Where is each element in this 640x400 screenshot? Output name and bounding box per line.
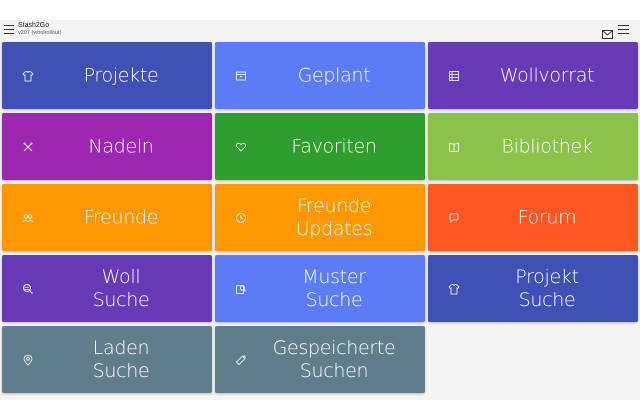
tile-bibliothek[interactable]: Bibliothek — [428, 113, 638, 180]
tile-wollvorrat[interactable]: Wollvorrat — [428, 42, 638, 109]
tile-label: Favoriten — [291, 135, 377, 157]
tile-gespeicherte-suchen[interactable]: Gespeicherte Suchen — [215, 326, 425, 393]
tile-projekte[interactable]: Projekte — [2, 42, 212, 109]
tile-label: Bibliothek — [501, 135, 593, 157]
tile-label: Projekt Suche — [515, 265, 579, 311]
tile-label: Freunde — [83, 206, 159, 228]
app-bar: Stash2Go v207 (woolrollout) — [0, 20, 640, 40]
tile-label: Woll Suche — [92, 265, 150, 311]
tile-freunde-updates[interactable]: Freunde Updates — [215, 184, 425, 251]
tile-projekt-suche[interactable]: Projekt Suche — [428, 255, 638, 322]
tile-label: Projekte — [83, 64, 159, 86]
tile-freunde[interactable]: Freunde — [2, 184, 212, 251]
mail-icon[interactable] — [602, 24, 613, 39]
hamburger-icon[interactable] — [4, 25, 14, 34]
tile-label: Geplant — [297, 64, 371, 86]
tile-label: Freunde Updates — [295, 194, 373, 240]
tile-label: Laden Suche — [92, 336, 150, 382]
tile-label: Forum — [517, 206, 577, 228]
tile-laden-suche[interactable]: Laden Suche — [2, 326, 212, 393]
tile-muster-suche[interactable]: Muster Suche — [215, 255, 425, 322]
tile-label: Wollvorrat — [499, 64, 595, 86]
tile-label: Nadeln — [88, 135, 154, 157]
menu-icon[interactable] — [618, 25, 629, 34]
app-title: Stash2Go — [18, 22, 50, 29]
tile-geplant[interactable]: Geplant — [215, 42, 425, 109]
tile-label: Muster Suche — [302, 265, 366, 311]
tile-woll-suche[interactable]: Woll Suche — [2, 255, 212, 322]
tile-forum[interactable]: Forum — [428, 184, 638, 251]
app-version: v207 (woolrollout) — [18, 30, 62, 36]
tile-nadeln[interactable]: Nadeln — [2, 113, 212, 180]
tile-label: Gespeicherte Suchen — [272, 336, 396, 382]
dashboard-grid: Projekte Geplant Wollvorrat Nadeln Favor… — [0, 39, 640, 400]
tile-favoriten[interactable]: Favoriten — [215, 113, 425, 180]
top-strip — [0, 0, 640, 20]
